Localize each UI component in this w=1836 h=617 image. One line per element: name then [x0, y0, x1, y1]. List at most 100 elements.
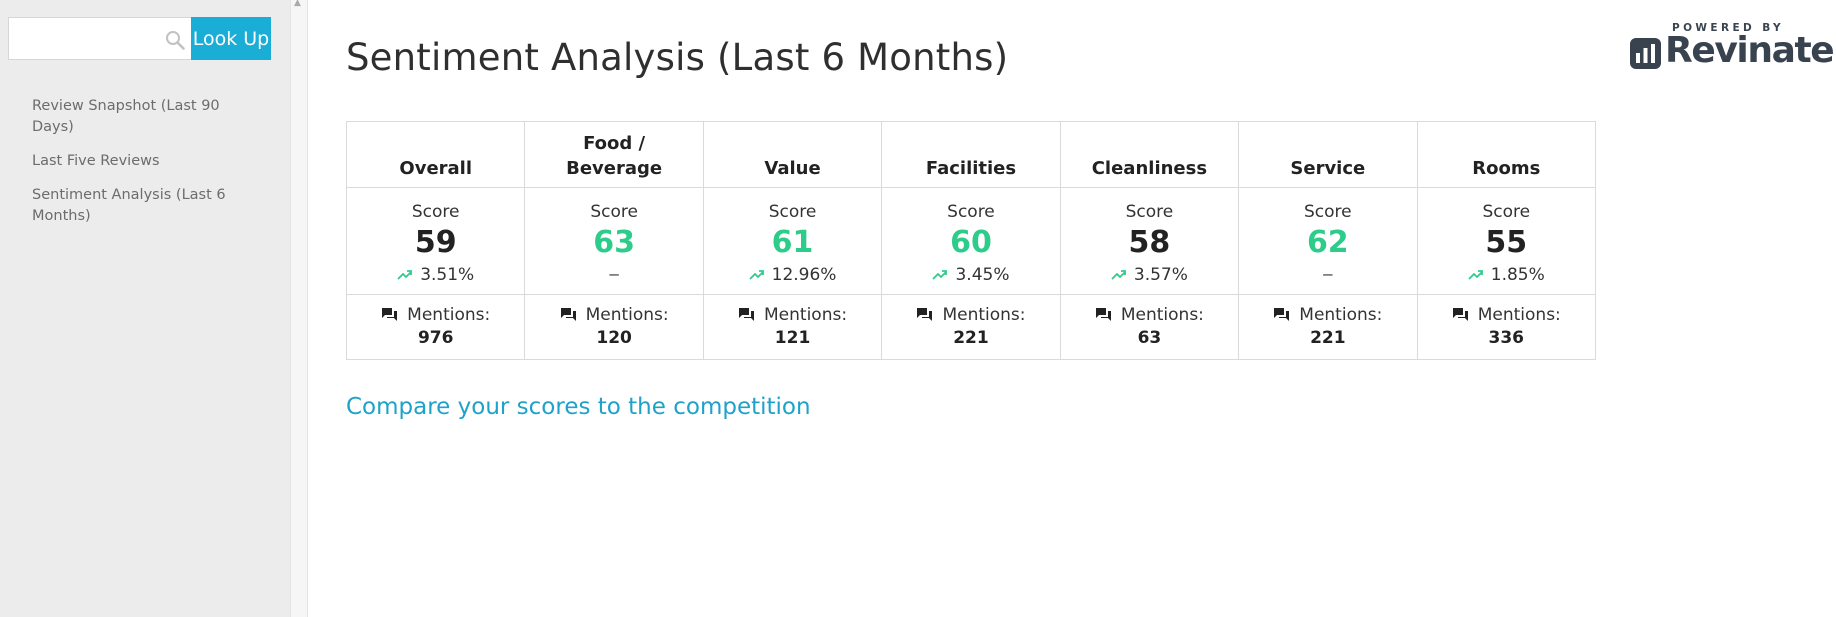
category-header-row: Overall Food / Beverage Value Facilities… [345, 121, 1597, 188]
trend-value: 3.57% [1133, 265, 1188, 285]
trending-up-icon [932, 270, 948, 280]
score-cell: Score 59 3.51% [345, 187, 526, 295]
trend-value: 1.85% [1490, 265, 1545, 285]
category-header: Cleanliness [1059, 121, 1240, 188]
sidebar-nav: Review Snapshot (Last 90 Days) Last Five… [32, 96, 262, 240]
mentions-cell: Mentions: 121 [702, 294, 883, 360]
mentions-label: Mentions: [942, 304, 1026, 325]
score-value: 58 [1128, 225, 1171, 260]
mentions-label: Mentions: [407, 304, 491, 325]
mentions-label: Mentions: [764, 304, 848, 325]
chat-bubbles-icon [1095, 308, 1111, 322]
mentions-count: 221 [953, 328, 989, 349]
mentions-label-row: Mentions: [1273, 304, 1382, 326]
mentions-label-row: Mentions: [560, 304, 669, 326]
mentions-label: Mentions: [1477, 304, 1561, 325]
sidebar-item-sentiment-analysis[interactable]: Sentiment Analysis (Last 6 Months) [32, 185, 262, 227]
mentions-cell: Mentions: 221 [881, 294, 1061, 360]
trending-up-icon [397, 270, 413, 280]
score-value: 61 [771, 225, 814, 260]
score-value: 62 [1306, 225, 1349, 260]
brand-name: Revinate [1665, 30, 1835, 71]
chat-bubbles-icon [382, 308, 398, 322]
score-row: Score 59 3.51% Score 63 – Score 61 12.96% Score 60… [345, 187, 1597, 295]
powered-by-badge: POWERED BY Revinate [1628, 20, 1835, 74]
category-header: Rooms [1416, 121, 1597, 188]
mentions-label-row: Mentions: [1095, 304, 1204, 326]
score-label: Score [1125, 202, 1174, 222]
score-label: Score [768, 202, 817, 222]
revinate-logo-icon [1630, 38, 1661, 69]
score-cell: Score 60 3.45% [881, 187, 1061, 295]
trend-value: 3.45% [955, 265, 1010, 285]
search-icon[interactable] [164, 29, 186, 51]
mentions-cell: Mentions: 120 [524, 294, 704, 360]
chat-bubbles-icon [1452, 308, 1468, 322]
trending-up-icon [749, 270, 764, 280]
mentions-label-row: Mentions: [916, 304, 1026, 326]
search-box [8, 17, 191, 60]
trend-value: 3.51% [420, 265, 475, 285]
trend-indicator: 1.85% [1468, 263, 1545, 287]
category-header: Service [1238, 121, 1418, 188]
score-label: Score [411, 202, 460, 222]
score-cell: Score 61 12.96% [702, 187, 883, 295]
lookup-button[interactable]: Look Up [191, 17, 271, 60]
score-value: 63 [593, 225, 635, 260]
mentions-row: Mentions: 976 Mentions: 120 Mentions: 121 Ment… [345, 294, 1597, 360]
trend-indicator: 3.45% [932, 263, 1009, 287]
category-header: Food / Beverage [524, 121, 704, 188]
mentions-count: 976 [417, 328, 454, 349]
chat-bubbles-icon [739, 308, 755, 322]
mentions-cell: Mentions: 976 [345, 294, 526, 360]
scroll-up-arrow-icon[interactable]: ▲ [294, 0, 301, 8]
sidebar-item-last-five-reviews[interactable]: Last Five Reviews [32, 151, 262, 172]
mentions-label-row: Mentions: [1452, 304, 1561, 326]
score-value: 60 [950, 225, 992, 260]
mentions-cell: Mentions: 336 [1416, 294, 1597, 360]
search-input[interactable] [9, 18, 159, 59]
mentions-count: 63 [1137, 328, 1162, 349]
score-label: Score [1304, 202, 1352, 222]
mentions-label-row: Mentions: [738, 304, 847, 326]
trending-up-icon [1111, 270, 1126, 280]
trend-value: – [609, 264, 619, 283]
score-cell: Score 58 3.57% [1059, 187, 1240, 295]
sidebar-divider[interactable] [290, 0, 308, 617]
mentions-label-row: Mentions: [381, 304, 490, 326]
trend-indicator: 3.57% [1111, 263, 1188, 287]
chat-bubbles-icon [1274, 308, 1290, 322]
trend-indicator: 3.51% [397, 263, 474, 287]
mentions-label: Mentions: [1120, 304, 1204, 325]
mentions-cell: Mentions: 63 [1059, 294, 1240, 360]
trend-value: – [1323, 264, 1333, 283]
score-cell: Score 55 1.85% [1416, 187, 1597, 295]
mentions-count: 221 [1310, 328, 1346, 349]
chat-bubbles-icon [917, 308, 933, 322]
sidebar: Look Up Review Snapshot (Last 90 Days) L… [0, 0, 290, 617]
score-value: 59 [414, 225, 457, 260]
score-cell: Score 62 – [1238, 187, 1418, 295]
mentions-count: 121 [774, 328, 811, 349]
mentions-count: 336 [1488, 328, 1525, 349]
mentions-count: 120 [596, 328, 632, 349]
trend-indicator: 12.96% [749, 263, 837, 287]
category-header: Facilities [881, 121, 1061, 188]
chat-bubbles-icon [560, 308, 576, 322]
score-label: Score [947, 202, 995, 222]
sidebar-item-review-snapshot[interactable]: Review Snapshot (Last 90 Days) [32, 96, 262, 138]
mentions-cell: Mentions: 221 [1238, 294, 1418, 360]
score-cell: Score 63 – [524, 187, 704, 295]
trend-value: 12.96% [771, 265, 837, 285]
score-value: 55 [1485, 225, 1528, 260]
score-label: Score [1482, 202, 1531, 222]
mentions-label: Mentions: [1299, 304, 1383, 325]
score-label: Score [590, 202, 638, 222]
page-title: Sentiment Analysis (Last 6 Months) [346, 36, 1009, 79]
category-header: Overall [345, 121, 526, 188]
compare-competition-link[interactable]: Compare your scores to the competition [346, 394, 811, 420]
category-header: Value [702, 121, 883, 188]
mentions-label: Mentions: [585, 304, 669, 325]
trending-up-icon [1468, 270, 1483, 280]
sentiment-table: Overall Food / Beverage Value Facilities… [345, 121, 1597, 360]
